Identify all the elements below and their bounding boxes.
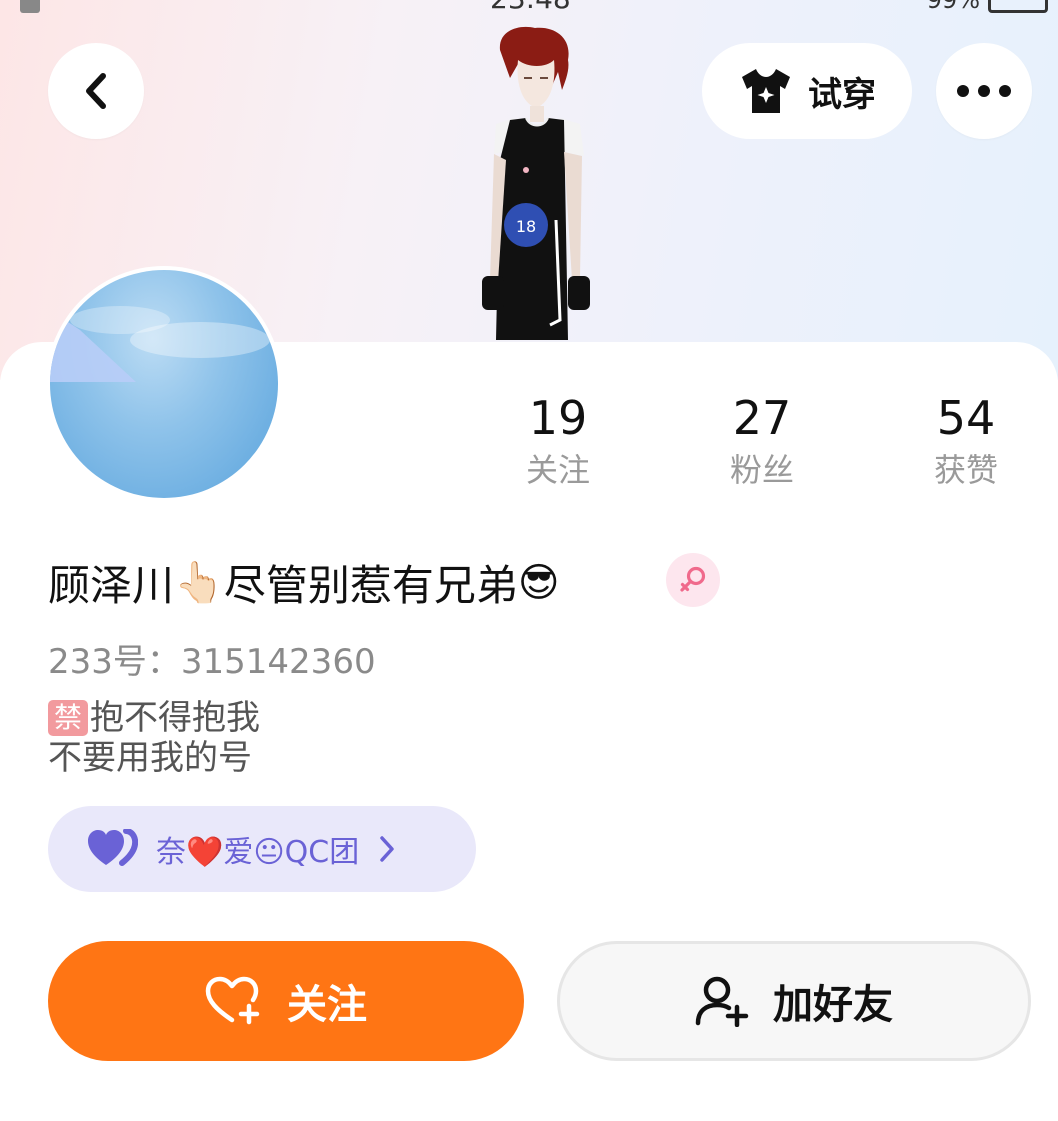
forbid-badge: 禁	[48, 700, 88, 736]
add-friend-label: 加好友	[773, 982, 893, 1028]
hearts-icon	[88, 829, 138, 866]
nickname: 顾泽川 👆🏻 尽管别惹有兄弟 😎	[48, 552, 560, 613]
battery-icon	[988, 0, 1048, 13]
try-on-button[interactable]: 试穿	[702, 43, 912, 139]
bio-line-1-text: 抱不得抱我	[90, 698, 260, 738]
stat-fans[interactable]: 27 粉丝	[692, 388, 832, 492]
bio-line-1: 禁 抱不得抱我	[48, 698, 260, 738]
chevron-left-icon	[86, 73, 106, 109]
avatar[interactable]	[46, 266, 282, 502]
more-dots-icon	[957, 85, 1011, 97]
status-bar: 23:48 99%	[0, 0, 1058, 15]
status-time: 23:48	[490, 0, 571, 15]
nickname-emoji-sunglasses: 😎	[517, 559, 560, 606]
female-icon	[680, 566, 706, 592]
bio-line-2: 不要用我的号	[48, 738, 252, 778]
add-friend-button[interactable]: 加好友	[557, 941, 1031, 1061]
stat-following-value: 19	[528, 391, 588, 445]
stat-fans-label: 粉丝	[729, 451, 794, 489]
user-id: 233号：315142360	[48, 642, 376, 682]
tshirt-icon	[742, 69, 790, 113]
battery-text: 99%	[926, 0, 980, 14]
status-right: 99%	[927, 0, 1048, 14]
svg-text:18: 18	[516, 217, 536, 236]
stat-likes-value: 54	[936, 391, 996, 445]
status-left	[20, 0, 48, 16]
character-avatar-image: 18	[482, 26, 590, 340]
stat-likes[interactable]: 54 获赞	[896, 388, 1036, 492]
user-plus-icon	[695, 976, 749, 1027]
follow-label: 关注	[287, 982, 367, 1028]
club-entry[interactable]: 奈❤️爱😐QC团	[48, 806, 476, 892]
stat-fans-value: 27	[732, 391, 792, 445]
gender-badge	[666, 553, 720, 607]
more-button[interactable]	[936, 43, 1032, 139]
avatar-image	[50, 270, 278, 498]
follow-button[interactable]: 关注	[48, 941, 524, 1061]
nickname-text: 顾泽川	[48, 561, 175, 610]
stat-likes-label: 获赞	[933, 451, 998, 489]
stat-following-label: 关注	[525, 451, 590, 489]
heart-plus-icon	[205, 976, 260, 1025]
back-button[interactable]	[48, 43, 144, 139]
club-name: 奈❤️爱😐QC团	[156, 835, 360, 870]
try-on-label: 试穿	[808, 74, 876, 115]
nickname-emoji-finger: 👆🏻	[174, 559, 224, 606]
chevron-right-icon	[380, 836, 394, 862]
bio: 禁 抱不得抱我 不要用我的号	[48, 698, 260, 778]
stat-following[interactable]: 19 关注	[488, 388, 628, 492]
nickname-rest: 尽管别惹有兄弟	[223, 561, 518, 610]
